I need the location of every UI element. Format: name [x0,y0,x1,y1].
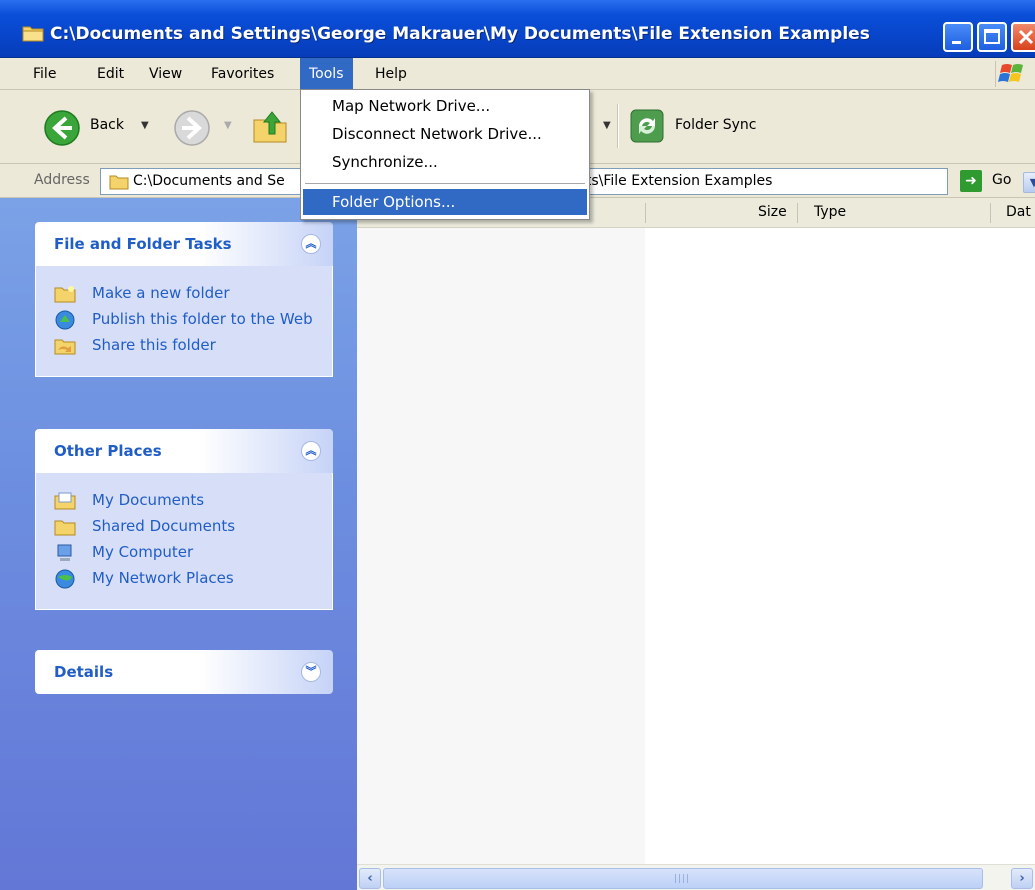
column-date[interactable]: Dat [1006,204,1031,220]
column-divider[interactable] [645,203,646,223]
menu-favorites[interactable]: Favorites [202,58,283,90]
task-pane: File and Folder Tasks ︽ Make a new folde… [0,198,357,890]
panel-title: Details [54,663,114,681]
place-shared-documents[interactable]: Shared Documents [36,517,332,536]
minimize-button[interactable] [943,22,973,52]
publish-web-icon [55,310,75,330]
place-my-documents[interactable]: My Documents [36,491,332,510]
scrollbar-grip-icon: |||| [674,874,691,884]
back-arrow-icon[interactable] [42,108,82,148]
task-label: Share this folder [92,336,216,354]
task-publish-web[interactable]: Publish this folder to the Web [36,310,332,330]
panel-details: Details ︾ [35,650,333,694]
go-arrow-icon[interactable]: ➜ [960,170,982,192]
panel-other-places: Other Places ︽ My Documents Shared Docum… [35,429,333,610]
title-bar[interactable]: C:\Documents and Settings\George Makraue… [0,0,1035,58]
place-network-places[interactable]: My Network Places [36,569,332,589]
my-computer-icon [57,544,72,561]
minimize-icon [952,41,961,44]
address-text-end: nts\File Extension Examples [577,173,773,189]
place-my-computer[interactable]: My Computer [36,543,332,561]
horizontal-scrollbar[interactable]: ‹ |||| › [357,864,1035,890]
panel-title: File and Folder Tasks [54,235,232,253]
address-folder-icon [109,175,129,190]
shared-documents-icon [54,520,76,536]
folder-icon [22,26,44,42]
close-icon [1018,29,1034,45]
column-type[interactable]: Type [814,204,846,220]
collapse-chevron-icon[interactable]: ︽ [301,441,321,461]
panel-body: Make a new folder Publish this folder to… [35,266,333,377]
menu-view[interactable]: View [140,58,191,90]
menu-file[interactable]: File [24,58,65,90]
folder-sync-icon[interactable] [629,108,665,144]
column-size[interactable]: Size [758,204,787,220]
expand-chevron-icon[interactable]: ︾ [301,662,321,682]
place-label: Shared Documents [92,517,236,535]
my-documents-icon [54,492,76,510]
place-label: My Documents [92,491,205,509]
folder-sync-label[interactable]: Folder Sync [675,117,756,133]
scrollbar-thumb[interactable]: |||| [383,868,983,889]
menu-edit[interactable]: Edit [88,58,133,90]
scroll-right-icon[interactable]: › [1011,868,1033,889]
address-label: Address [34,172,90,188]
views-dropdown-arrow-icon[interactable]: ▼ [603,120,611,131]
panel-header[interactable]: File and Folder Tasks ︽ [35,222,333,266]
close-button[interactable] [1011,22,1035,52]
place-label: My Network Places [92,569,234,587]
maximize-button[interactable] [977,22,1007,52]
back-button-label[interactable]: Back [90,117,124,133]
task-label: Make a new folder [92,284,230,302]
panel-header[interactable]: Other Places ︽ [35,429,333,473]
menu-item-synchronize[interactable]: Synchronize... [303,149,587,175]
task-share-folder[interactable]: Share this folder [36,336,332,355]
place-label: My Computer [92,543,194,561]
scroll-left-icon[interactable]: ‹ [359,868,381,889]
network-places-icon [55,569,75,589]
name-column-area [357,228,645,864]
menu-help[interactable]: Help [366,58,416,90]
collapse-chevron-icon[interactable]: ︽ [301,234,321,254]
menu-tools[interactable]: Tools [300,58,353,90]
menu-bar: File Edit View Favorites Tools Help [0,58,1035,90]
menu-item-map-network-drive[interactable]: Map Network Drive... [303,93,587,119]
task-label: Publish this folder to the Web [92,310,313,328]
panel-file-folder-tasks: File and Folder Tasks ︽ Make a new folde… [35,222,333,377]
address-dropdown-button[interactable]: ▼ [1023,172,1035,193]
window-title: C:\Documents and Settings\George Makraue… [50,24,870,44]
maximize-icon [984,29,1000,44]
address-text-start: C:\Documents and Se [133,173,285,189]
up-folder-icon[interactable] [250,106,290,146]
panel-body: My Documents Shared Documents My Compute… [35,473,333,610]
share-folder-icon [54,339,76,355]
back-dropdown-arrow-icon[interactable]: ▼ [141,120,149,131]
panel-title: Other Places [54,442,162,460]
new-folder-icon [54,286,76,303]
menu-item-disconnect-network-drive[interactable]: Disconnect Network Drive... [303,121,587,147]
column-divider[interactable] [797,203,798,223]
tools-dropdown-menu: Map Network Drive... Disconnect Network … [300,89,590,220]
forward-arrow-icon[interactable] [172,108,212,148]
go-button-label[interactable]: Go [992,172,1011,188]
forward-dropdown-arrow-icon[interactable]: ▼ [224,120,232,131]
menu-separator [305,183,585,184]
windows-logo-icon [995,61,1027,87]
column-divider[interactable] [990,203,991,223]
panel-header[interactable]: Details ︾ [35,650,333,694]
menu-item-folder-options[interactable]: Folder Options... [303,189,587,215]
task-make-new-folder[interactable]: Make a new folder [36,284,332,303]
toolbar-separator [617,104,619,148]
